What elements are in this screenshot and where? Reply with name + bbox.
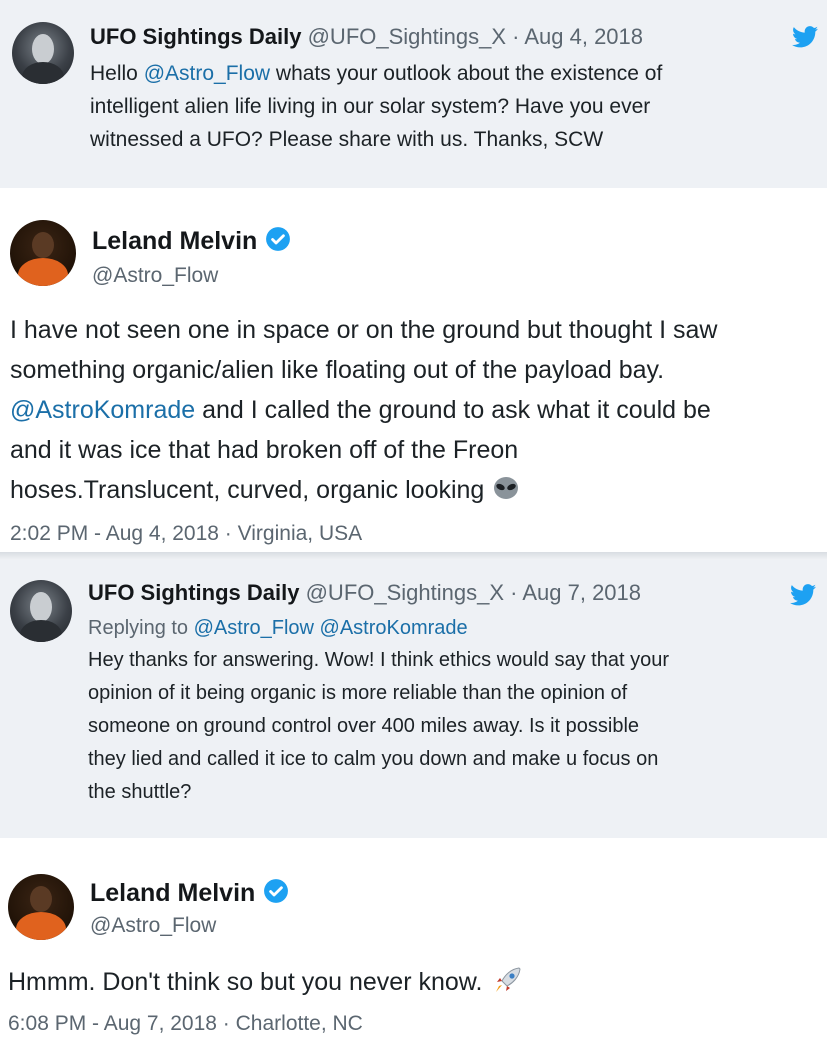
tweet-text-line: opinion of it being organic is more reli…	[88, 682, 628, 704]
text-segment: Hmmm. Don't think so but you never know.	[8, 968, 483, 996]
tweet-text-line: witnessed a UFO? Please share with us. T…	[90, 128, 604, 151]
alien-emoji-icon	[494, 477, 519, 499]
tweet-text-line: and it was ice that had broken off of th…	[10, 436, 519, 464]
tweet-melvin-1: Leland Melvin @Astro_Flow I have not see…	[0, 188, 827, 554]
tweet-text-line: intelligent alien life living in our sol…	[90, 95, 651, 118]
tweet-author[interactable]: UFO Sightings Daily @UFO_Sightings_X · A…	[88, 580, 641, 606]
tweet-text-line: they lied and called it ice to calm you …	[88, 748, 659, 770]
mention-link[interactable]: @Astro_Flow	[144, 62, 270, 85]
verified-badge-icon	[264, 879, 289, 903]
author-name[interactable]: Leland Melvin	[90, 879, 255, 907]
author-name[interactable]: UFO Sightings Daily	[88, 580, 299, 605]
rocket-emoji-icon	[496, 967, 521, 992]
tweet-text-line: the shuttle?	[88, 781, 192, 803]
tweet-timestamp[interactable]: 2:02 PM - Aug 4, 2018 · Virginia, USA	[10, 522, 362, 546]
text-segment: and I called the ground to ask what it c…	[195, 396, 711, 424]
tweet-text-line: Hmmm. Don't think so but you never know.	[8, 966, 523, 997]
separator: ·	[504, 580, 523, 605]
tweet-text-line: Hello @Astro_Flow whats your outlook abo…	[90, 62, 662, 86]
author-handle[interactable]: @UFO_Sightings_X	[306, 580, 504, 605]
tweet-date[interactable]: Aug 4, 2018	[524, 24, 643, 49]
tweet-text-line: hoses.Translucent, curved, organic looki…	[10, 476, 519, 505]
author-name[interactable]: Leland Melvin	[92, 227, 257, 255]
melvin-avatar[interactable]	[10, 220, 76, 286]
author-handle[interactable]: @Astro_Flow	[90, 914, 216, 938]
melvin-avatar[interactable]	[8, 874, 74, 940]
separator: ·	[506, 24, 525, 49]
tweet-timestamp[interactable]: 6:08 PM - Aug 7, 2018 · Charlotte, NC	[8, 1012, 363, 1036]
tweet-text-line: @AstroKomrade and I called the ground to…	[10, 396, 711, 425]
replying-label: Replying to	[88, 617, 194, 639]
author-handle[interactable]: @Astro_Flow	[92, 264, 218, 288]
tweet-text-line: something organic/alien like floating ou…	[10, 356, 665, 384]
text-segment: whats your outlook about the existence o…	[270, 62, 663, 85]
tweet-ufo-1: UFO Sightings Daily @UFO_Sightings_X · A…	[0, 0, 827, 188]
tweet-author[interactable]: UFO Sightings Daily @UFO_Sightings_X · A…	[90, 24, 643, 50]
text-segment: hoses.Translucent, curved, organic looki…	[10, 476, 485, 504]
author-name-row: Leland Melvin	[90, 878, 289, 908]
tweet-text-line: I have not seen one in space or on the g…	[10, 316, 718, 344]
tweet-ufo-2: UFO Sightings Daily @UFO_Sightings_X · A…	[0, 560, 827, 838]
tweet-melvin-2: Leland Melvin @Astro_Flow Hmmm. Don't th…	[0, 838, 827, 1063]
tweet-date[interactable]: Aug 7, 2018	[522, 580, 641, 605]
author-name[interactable]: UFO Sightings Daily	[90, 24, 301, 49]
tweet-text-line: Hey thanks for answering. Wow! I think e…	[88, 649, 670, 671]
twitter-bird-icon[interactable]	[790, 584, 816, 606]
ufo-avatar[interactable]	[10, 580, 72, 642]
twitter-bird-icon[interactable]	[792, 26, 818, 48]
author-name-row: Leland Melvin	[92, 226, 291, 256]
text-segment: Hello	[90, 62, 144, 85]
verified-badge-icon	[266, 227, 291, 251]
replying-to: Replying to @Astro_Flow @AstroKomrade	[88, 617, 468, 640]
author-handle[interactable]: @UFO_Sightings_X	[308, 24, 506, 49]
ufo-avatar[interactable]	[12, 22, 74, 84]
replying-mentions[interactable]: @Astro_Flow @AstroKomrade	[194, 617, 468, 639]
tweet-text-line: someone on ground control over 400 miles…	[88, 715, 640, 737]
mention-link[interactable]: @AstroKomrade	[10, 396, 195, 424]
